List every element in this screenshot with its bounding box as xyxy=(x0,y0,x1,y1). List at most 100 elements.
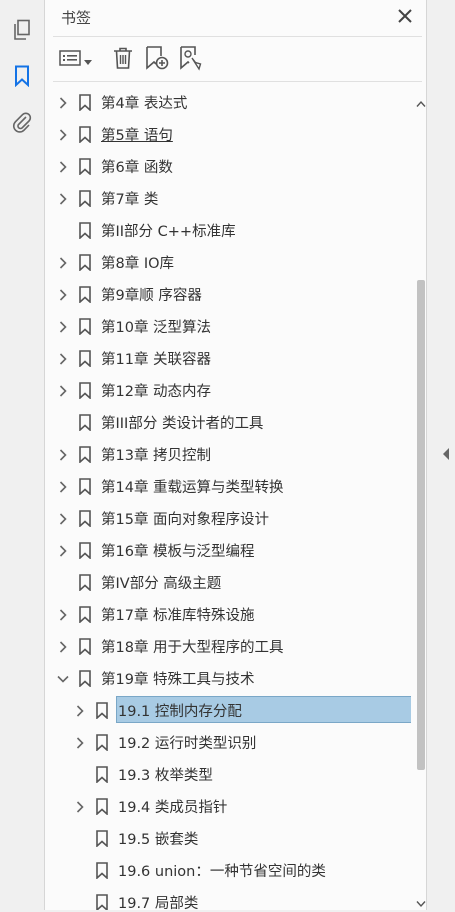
bookmark-item[interactable]: 第10章 泛型算法 xyxy=(45,310,411,342)
bookmark-item[interactable]: 第4章 表达式 xyxy=(45,86,411,118)
bookmark-item[interactable]: 第III部分 类设计者的工具 xyxy=(45,406,411,438)
bookmark-icon xyxy=(78,254,92,272)
chevron-right-icon[interactable] xyxy=(73,703,87,717)
close-icon[interactable] xyxy=(396,7,414,25)
chevron-right-icon[interactable] xyxy=(56,383,70,397)
bookmark-search-button[interactable] xyxy=(179,46,203,74)
panel-header: 书签 xyxy=(45,0,426,36)
bookmark-item[interactable]: 第7章 类 xyxy=(45,182,411,214)
bookmark-item[interactable]: 19.5 嵌套类 xyxy=(45,822,411,854)
bookmark-label: 第19章 特殊工具与技术 xyxy=(101,672,255,688)
scroll-up-icon[interactable] xyxy=(416,93,426,107)
bookmark-icon xyxy=(95,702,109,720)
bookmark-item[interactable]: 第17章 标准库特殊设施 xyxy=(45,598,411,630)
bookmark-label: 第18章 用于大型程序的工具 xyxy=(101,640,284,656)
bookmark-label: 第5章 语句 xyxy=(101,128,173,144)
bookmark-label: 第4章 表达式 xyxy=(101,96,188,112)
attachment-icon[interactable] xyxy=(10,110,34,134)
bookmark-label: 第6章 函数 xyxy=(101,160,173,176)
bookmark-label: 第16章 模板与泛型编程 xyxy=(101,544,255,560)
bookmark-item[interactable]: 第16章 模板与泛型编程 xyxy=(45,534,411,566)
scrollbar[interactable] xyxy=(415,85,426,910)
bookmark-icon xyxy=(95,766,109,784)
chevron-right-icon[interactable] xyxy=(56,255,70,269)
bookmark-icon xyxy=(78,670,92,688)
pages-icon[interactable] xyxy=(10,18,34,42)
chevron-right-icon[interactable] xyxy=(56,447,70,461)
bookmark-icon xyxy=(78,222,92,240)
chevron-right-icon[interactable] xyxy=(56,159,70,173)
bookmark-item[interactable]: 19.3 枚举类型 xyxy=(45,758,411,790)
bookmark-icon xyxy=(78,382,92,400)
bookmarks-toolbar xyxy=(45,42,426,78)
bookmark-item[interactable]: 第11章 关联容器 xyxy=(45,342,411,374)
chevron-right-icon[interactable] xyxy=(73,799,87,813)
bookmark-item[interactable]: 第9章顺 序容器 xyxy=(45,278,411,310)
bookmark-label: 第17章 标准库特殊设施 xyxy=(101,608,255,624)
chevron-right-icon[interactable] xyxy=(73,735,87,749)
bookmark-icon xyxy=(78,414,92,432)
bookmark-item[interactable]: 第IV部分 高级主题 xyxy=(45,566,411,598)
new-bookmark-button[interactable] xyxy=(145,46,169,74)
bookmark-item[interactable]: 19.4 类成员指针 xyxy=(45,790,411,822)
chevron-right-icon[interactable] xyxy=(56,639,70,653)
bookmark-item[interactable]: 第5章 语句 xyxy=(45,118,411,150)
bookmarks-panel: 书签 第4章 表达式 第5章 语句 第6章 函数 第7章 类 第II部分 C++… xyxy=(45,0,427,910)
chevron-right-icon[interactable] xyxy=(56,543,70,557)
collapse-panel-icon[interactable] xyxy=(441,446,451,460)
bookmark-item[interactable]: 第II部分 C++标准库 xyxy=(45,214,411,246)
bookmark-label: 19.6 union：一种节省空间的类 xyxy=(118,864,326,880)
bookmark-item[interactable]: 19.7 局部类 xyxy=(45,886,411,910)
bookmark-icon xyxy=(78,286,92,304)
bookmark-item[interactable]: 第14章 重载运算与类型转换 xyxy=(45,470,411,502)
bookmark-icon xyxy=(78,574,92,592)
chevron-right-icon[interactable] xyxy=(56,319,70,333)
chevron-down-icon xyxy=(84,51,92,70)
bookmark-icon xyxy=(95,830,109,848)
options-menu-icon xyxy=(59,50,81,70)
bookmark-item[interactable]: 19.2 运行时类型识别 xyxy=(45,726,411,758)
bookmark-label: 第III部分 类设计者的工具 xyxy=(101,416,264,432)
delete-bookmark-button[interactable] xyxy=(112,46,134,74)
bookmark-item[interactable]: 第15章 面向对象程序设计 xyxy=(45,502,411,534)
bookmark-icon xyxy=(78,318,92,336)
bookmark-item[interactable]: 19.1 控制内存分配 xyxy=(45,694,411,726)
bookmark-item[interactable]: 第6章 函数 xyxy=(45,150,411,182)
trash-icon xyxy=(112,46,134,74)
bookmark-label: 19.5 嵌套类 xyxy=(118,832,199,848)
chevron-right-icon[interactable] xyxy=(56,607,70,621)
chevron-down-icon[interactable] xyxy=(56,671,70,685)
chevron-right-icon[interactable] xyxy=(56,191,70,205)
chevron-right-icon[interactable] xyxy=(56,127,70,141)
scroll-thumb[interactable] xyxy=(417,280,425,770)
chevron-right-icon[interactable] xyxy=(56,351,70,365)
bookmark-item[interactable]: 19.6 union：一种节省空间的类 xyxy=(45,854,411,886)
bookmark-label: 第IV部分 高级主题 xyxy=(101,576,222,592)
bookmark-label: 第11章 关联容器 xyxy=(101,352,212,368)
bookmark-item[interactable]: 第18章 用于大型程序的工具 xyxy=(45,630,411,662)
bookmark-search-icon xyxy=(179,45,203,75)
panel-title: 书签 xyxy=(61,9,92,27)
bookmark-label: 第9章顺 序容器 xyxy=(101,288,202,304)
chevron-right-icon[interactable] xyxy=(56,511,70,525)
scroll-down-icon[interactable] xyxy=(416,893,426,908)
chevron-right-icon[interactable] xyxy=(56,479,70,493)
bookmark-label: 第II部分 C++标准库 xyxy=(101,224,236,240)
bookmark-icon xyxy=(78,350,92,368)
bookmark-item[interactable]: 第8章 IO库 xyxy=(45,246,411,278)
options-menu-button[interactable] xyxy=(59,46,92,74)
bookmark-label: 19.4 类成员指针 xyxy=(118,800,228,816)
bookmark-item[interactable]: 第19章 特殊工具与技术 xyxy=(45,662,411,694)
bookmark-icon[interactable] xyxy=(10,64,34,88)
bookmark-item[interactable]: 第13章 拷贝控制 xyxy=(45,438,411,470)
bookmark-label: 第12章 动态内存 xyxy=(101,384,212,400)
bookmark-label: 第14章 重载运算与类型转换 xyxy=(101,480,284,496)
chevron-right-icon[interactable] xyxy=(56,287,70,301)
chevron-right-icon[interactable] xyxy=(56,95,70,109)
bookmark-label: 19.7 局部类 xyxy=(118,896,199,910)
bookmark-label: 第13章 拷贝控制 xyxy=(101,448,212,464)
bookmark-item[interactable]: 第12章 动态内存 xyxy=(45,374,411,406)
bookmark-label: 19.3 枚举类型 xyxy=(118,768,213,784)
bookmark-icon xyxy=(78,478,92,496)
bookmark-icon xyxy=(78,446,92,464)
